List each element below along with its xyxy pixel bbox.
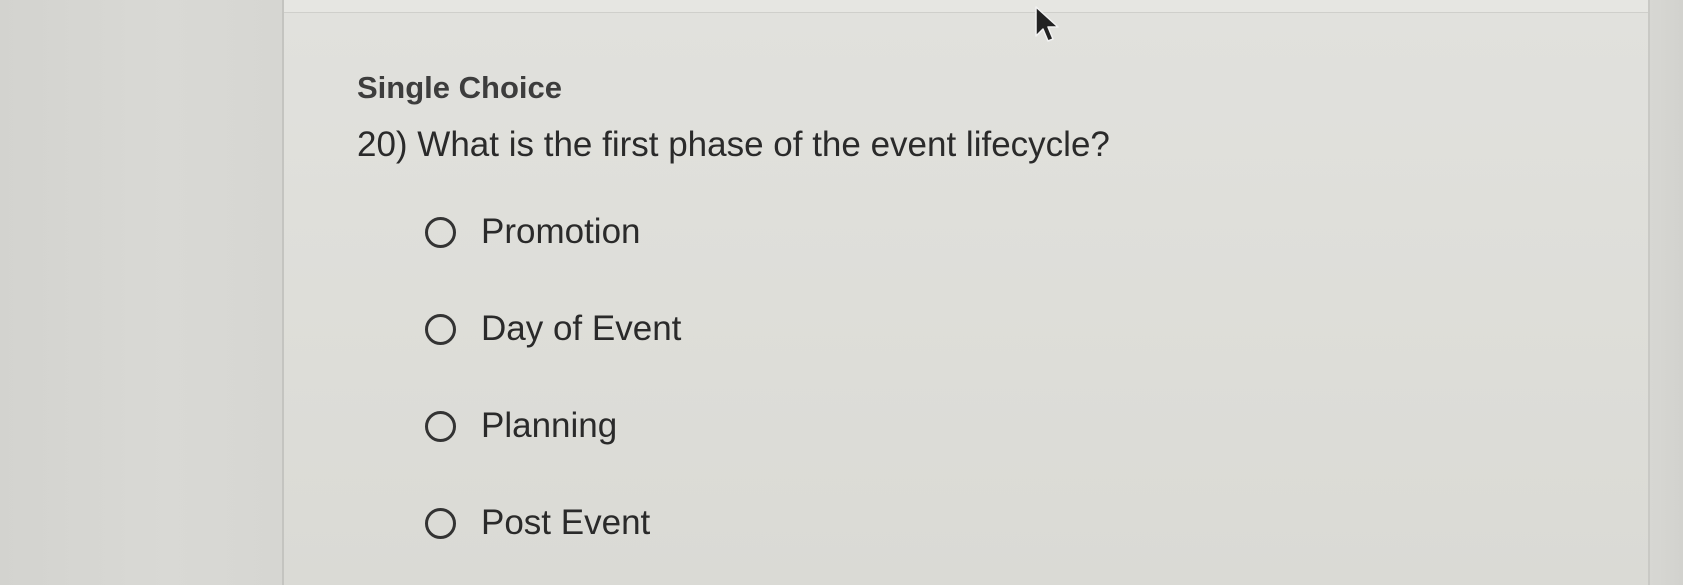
radio-unselected-icon[interactable] [425,410,456,442]
option-post-event[interactable]: Post Event [425,498,650,548]
option-label: Post Event [481,503,651,542]
left-margin [0,0,282,585]
top-strip [284,0,1648,13]
option-planning[interactable]: Planning [425,401,617,451]
radio-unselected-icon[interactable] [425,313,456,345]
radio-unselected-icon[interactable] [425,507,456,539]
option-day-of-event[interactable]: Day of Event [425,304,681,354]
option-label: Planning [481,406,618,445]
right-margin [1650,0,1683,585]
option-promotion[interactable]: Promotion [425,207,641,257]
mouse-pointer-icon [1035,6,1059,42]
option-label: Day of Event [481,309,682,348]
question-text: 20) What is the first phase of the event… [357,125,1110,164]
radio-unselected-icon[interactable] [425,216,456,248]
section-title: Single Choice [357,70,562,105]
option-label: Promotion [481,212,641,251]
